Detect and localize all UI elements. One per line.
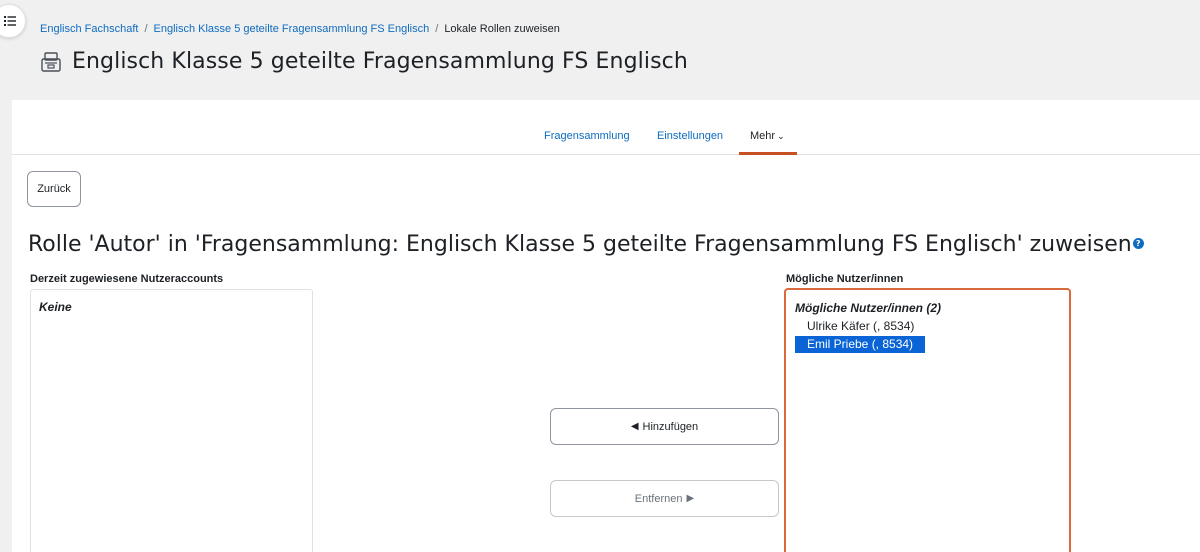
current-users-label: Derzeit zugewiesene Nutzeraccounts [30, 273, 224, 285]
list-item[interactable]: Ulrike Käfer (, 8534) [795, 318, 926, 335]
role-assign-heading-text: Rolle 'Autor' in 'Fragensammlung: Englis… [28, 232, 1132, 257]
breadcrumb-link-question-bank[interactable]: Englisch Klasse 5 geteilte Fragensammlun… [154, 23, 430, 35]
secondary-navigation: Fragensammlung Einstellungen Mehr ⌄ [12, 100, 1200, 155]
tab-fragensammlung[interactable]: Fragensammlung [544, 130, 630, 142]
breadcrumb-separator: / [435, 23, 439, 35]
breadcrumb-separator: / [144, 23, 148, 35]
potential-users-label: Mögliche Nutzer/innen [786, 273, 904, 285]
add-button[interactable]: ◀ Hinzufügen [550, 408, 779, 445]
main-content: Fragensammlung Einstellungen Mehr ⌄ Zurüc… [12, 100, 1200, 552]
add-button-label: Hinzufügen [642, 420, 699, 433]
back-button[interactable]: Zurück [27, 171, 81, 207]
remove-button[interactable]: Entfernen ▶ [550, 480, 779, 517]
page-title: Englisch Klasse 5 geteilte Fragensammlun… [72, 49, 688, 74]
chevron-down-icon: ⌄ [777, 131, 785, 141]
course-index-toggle-button[interactable] [0, 4, 26, 38]
potential-users-listbox[interactable]: Mögliche Nutzer/innen (2) Ulrike Käfer (… [784, 288, 1071, 552]
tab-mehr-label: Mehr [750, 130, 776, 142]
arrow-left-icon: ◀ [630, 421, 639, 432]
active-tab-indicator [739, 152, 797, 155]
question-bank-icon [41, 51, 61, 72]
arrow-right-icon: ▶ [686, 493, 695, 504]
role-assign-heading: Rolle 'Autor' in 'Fragensammlung: Englis… [28, 232, 1144, 257]
potential-users-group-label: Mögliche Nutzer/innen (2) [795, 301, 942, 315]
breadcrumb-current: Lokale Rollen zuweisen [444, 23, 560, 35]
tab-mehr[interactable]: Mehr ⌄ [750, 130, 785, 142]
tab-einstellungen[interactable]: Einstellungen [657, 130, 723, 142]
help-icon[interactable]: ? [1132, 237, 1144, 249]
remove-button-label: Entfernen [634, 492, 683, 505]
breadcrumb: Englisch Fachschaft / Englisch Klasse 5 ge… [40, 23, 560, 35]
current-users-listbox[interactable]: Keine [30, 289, 313, 552]
current-users-group-label: Keine [39, 300, 72, 314]
list-icon [4, 16, 16, 26]
page-header: Englisch Klasse 5 geteilte Fragensammlun… [40, 49, 688, 74]
breadcrumb-link-fachschaft[interactable]: Englisch Fachschaft [40, 23, 138, 35]
list-item[interactable]: Emil Priebe (, 8534) [795, 336, 926, 353]
